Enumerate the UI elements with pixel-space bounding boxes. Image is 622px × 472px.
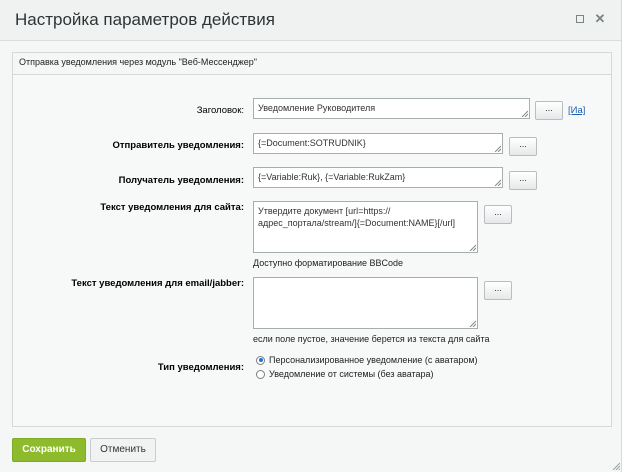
subject-field[interactable]: Уведомление Руководителя bbox=[253, 98, 530, 119]
recipient-label: Получатель уведомления: bbox=[118, 175, 244, 186]
sender-field[interactable]: {=Document:SOTRUDNIK} bbox=[253, 133, 503, 154]
subject-label: Заголовок: bbox=[196, 105, 244, 116]
type-option-personal[interactable]: Персонализированное уведомление (с авата… bbox=[256, 355, 478, 365]
sender-label: Отправитель уведомления: bbox=[112, 140, 245, 151]
type-option-system[interactable]: Уведомление от системы (без аватара) bbox=[256, 369, 434, 379]
recipient-field[interactable]: {=Variable:Ruk}, {=Variable:RukZam} bbox=[253, 167, 503, 188]
site-text-hint: Доступно форматирование BBCode bbox=[253, 258, 404, 268]
resize-grip-icon[interactable] bbox=[494, 179, 501, 186]
subject-value: Уведомление Руководителя bbox=[258, 103, 376, 113]
site-text-label: Текст уведомления для сайта: bbox=[100, 202, 244, 213]
maximize-icon[interactable] bbox=[573, 12, 587, 26]
subject-insert-link[interactable]: [Иа] bbox=[568, 105, 585, 116]
site-text-line-1: Утвердите документ [url=https:// bbox=[258, 206, 391, 216]
cancel-button[interactable]: Отменить bbox=[90, 438, 156, 462]
email-text-picker-button[interactable]: ... bbox=[484, 281, 512, 300]
type-label: Тип уведомления: bbox=[157, 362, 244, 373]
type-option-personal-label: Персонализированное уведомление (с авата… bbox=[269, 355, 478, 365]
recipient-picker-button[interactable]: ... bbox=[509, 171, 537, 190]
panel-header-text: Отправка уведомления через модуль "Веб-М… bbox=[19, 57, 257, 67]
radio-checked-icon[interactable] bbox=[256, 355, 265, 365]
panel-header: Отправка уведомления через модуль "Веб-М… bbox=[13, 53, 611, 75]
recipient-value: {=Variable:Ruk}, {=Variable:RukZam} bbox=[258, 172, 406, 182]
save-button[interactable]: Сохранить bbox=[12, 438, 86, 462]
site-text-field[interactable]: Утвердите документ [url=https:// адрес_п… bbox=[253, 201, 478, 253]
resize-grip-icon[interactable] bbox=[494, 145, 501, 152]
action-settings-dialog: Настройка параметров действия ✕ Отправка… bbox=[0, 0, 622, 472]
subject-picker-button[interactable]: ... bbox=[535, 101, 563, 120]
email-text-hint: если поле пустое, значение берется из те… bbox=[253, 334, 490, 344]
type-option-system-label: Уведомление от системы (без аватара) bbox=[269, 369, 434, 379]
site-text-line-2: адрес_портала/stream/]{=Document:NAME}[/… bbox=[258, 218, 456, 228]
resize-grip-icon[interactable] bbox=[521, 110, 528, 117]
resize-grip-icon[interactable] bbox=[469, 244, 476, 251]
sender-value: {=Document:SOTRUDNIK} bbox=[258, 138, 366, 148]
dialog-title: Настройка параметров действия bbox=[15, 10, 275, 29]
dialog-resize-grip-icon[interactable] bbox=[612, 462, 620, 470]
email-text-label: Текст уведомления для email/jabber: bbox=[71, 278, 244, 289]
dialog-titlebar: Настройка параметров действия ✕ bbox=[0, 0, 621, 41]
radio-unchecked-icon[interactable] bbox=[256, 369, 265, 379]
close-icon[interactable]: ✕ bbox=[593, 12, 607, 26]
site-text-picker-button[interactable]: ... bbox=[484, 205, 512, 224]
email-text-field[interactable] bbox=[253, 277, 478, 329]
resize-grip-icon[interactable] bbox=[469, 320, 476, 327]
sender-picker-button[interactable]: ... bbox=[509, 137, 537, 156]
